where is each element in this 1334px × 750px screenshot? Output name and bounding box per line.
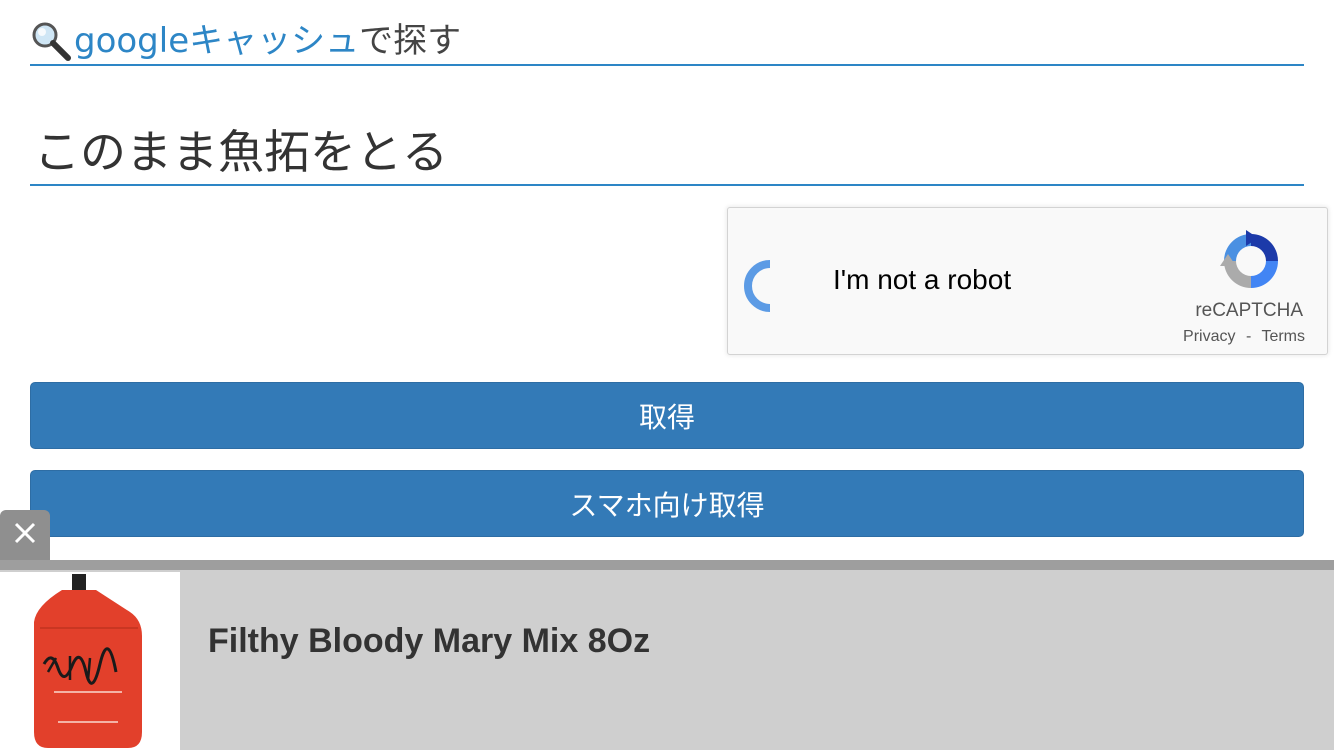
recaptcha-widget: I'm not a robot reCAPTCHA Privacy - Term…	[727, 207, 1328, 355]
gyotaku-heading: このまま魚拓をとる	[30, 120, 1304, 186]
mobile-get-button[interactable]: スマホ向け取得	[30, 470, 1304, 537]
magnifier-icon	[30, 20, 72, 62]
page: googleキャッシュ で探す このまま魚拓をとる I'm not a robo…	[0, 0, 1334, 750]
google-cache-heading: googleキャッシュ で探す	[30, 18, 1304, 66]
recaptcha-privacy-link[interactable]: Privacy	[1183, 328, 1235, 345]
google-cache-suffix: で探す	[359, 21, 462, 61]
ad-product-title[interactable]: Filthy Bloody Mary Mix 8Oz	[208, 622, 650, 661]
recaptcha-logo-icon	[1218, 228, 1284, 294]
ad-divider	[0, 560, 1334, 570]
ad-close-button[interactable]	[0, 510, 50, 560]
close-icon	[13, 521, 37, 549]
recaptcha-brand: reCAPTCHA	[1195, 300, 1303, 321]
recaptcha-checkbox-label[interactable]: I'm not a robot	[833, 264, 1011, 296]
recaptcha-terms-link[interactable]: Terms	[1261, 328, 1305, 345]
recaptcha-spinner-icon[interactable]	[744, 258, 800, 314]
get-button[interactable]: 取得	[30, 382, 1304, 449]
recaptcha-link-separator: -	[1245, 328, 1252, 345]
red-pouch-product-image[interactable]	[0, 572, 180, 750]
ad-banner[interactable]: Filthy Bloody Mary Mix 8Oz	[0, 570, 1334, 750]
recaptcha-links: Privacy - Terms	[1183, 328, 1305, 346]
google-cache-link[interactable]: googleキャッシュ	[74, 18, 359, 64]
